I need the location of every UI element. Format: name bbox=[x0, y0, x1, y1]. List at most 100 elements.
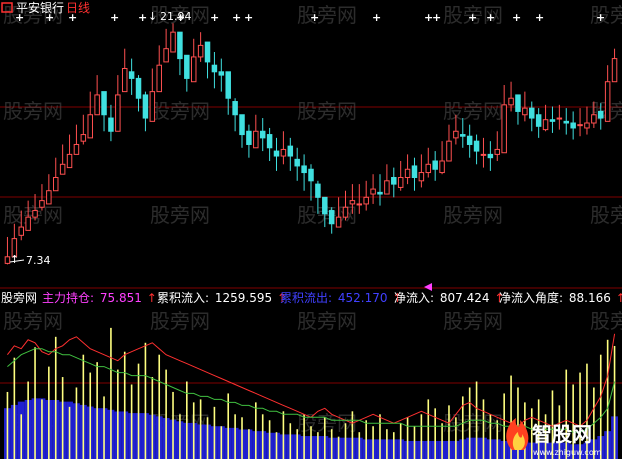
candle-body bbox=[404, 168, 411, 179]
logo-text: 智股网 bbox=[532, 422, 592, 446]
position-bar bbox=[6, 391, 9, 459]
position-bar bbox=[613, 345, 616, 459]
position-bar bbox=[172, 391, 174, 459]
candle-body bbox=[190, 56, 197, 83]
position-bar bbox=[144, 342, 147, 459]
candle-body bbox=[446, 140, 452, 162]
position-bar bbox=[75, 387, 78, 459]
candle-body bbox=[322, 196, 328, 215]
position-bar bbox=[365, 420, 367, 459]
position-bar bbox=[303, 414, 305, 459]
candle-body bbox=[266, 134, 273, 149]
candle-body bbox=[115, 94, 121, 132]
signal-plus-icon: + bbox=[486, 11, 495, 24]
position-bar bbox=[310, 426, 312, 459]
high-price-arrow: ↓ bbox=[148, 10, 157, 23]
position-bar bbox=[599, 354, 602, 459]
candle-body bbox=[377, 191, 383, 195]
candle-body bbox=[156, 64, 162, 93]
candle-body bbox=[549, 119, 556, 122]
net-angle-label: 净流入角度: bbox=[499, 290, 563, 305]
up-arrow: ↑ bbox=[616, 291, 622, 305]
signal-plus-icon: + bbox=[310, 11, 319, 24]
high-price-label: 21.94 bbox=[160, 10, 192, 23]
candle-body bbox=[577, 124, 583, 127]
position-bar bbox=[68, 406, 71, 459]
candle-body bbox=[453, 130, 459, 139]
candle-body bbox=[294, 158, 300, 167]
position-bar bbox=[54, 336, 57, 459]
indicator-main-position: 主力持仓: 75.851 ↑ bbox=[42, 290, 157, 305]
position-bar bbox=[20, 414, 23, 459]
position-bar bbox=[496, 420, 499, 459]
signal-plus-icon: + bbox=[210, 11, 219, 24]
accum-out-label: 累积流出: bbox=[280, 291, 332, 305]
position-bar bbox=[89, 372, 92, 459]
candle-body bbox=[32, 210, 38, 218]
watermark-text: 股旁网 bbox=[297, 309, 357, 333]
candle-body bbox=[18, 226, 24, 236]
position-bar bbox=[103, 396, 105, 459]
chart-background bbox=[0, 0, 622, 459]
position-bar bbox=[137, 363, 140, 459]
position-bar bbox=[606, 339, 609, 459]
position-bar bbox=[351, 411, 354, 459]
position-bar bbox=[358, 432, 361, 459]
candle-body bbox=[418, 172, 425, 182]
candle-body bbox=[128, 71, 135, 79]
candle-body bbox=[515, 94, 521, 112]
main-position-value: 75.851 bbox=[100, 291, 142, 305]
candle-body bbox=[349, 200, 356, 205]
candle-body bbox=[591, 114, 597, 124]
position-bar bbox=[386, 429, 388, 459]
position-bar bbox=[123, 351, 126, 459]
position-bar bbox=[117, 369, 119, 459]
position-bar bbox=[13, 357, 16, 459]
watermark-text: 股旁网 bbox=[590, 203, 622, 227]
position-bar bbox=[220, 426, 223, 459]
candle-body bbox=[101, 91, 107, 116]
signal-plus-icon: + bbox=[244, 11, 253, 24]
candle-body bbox=[308, 168, 314, 182]
position-bar bbox=[27, 381, 29, 459]
indicator-accum-in: 累积流入: 1259.595 ↑ bbox=[157, 291, 287, 305]
candle-body bbox=[287, 145, 294, 157]
candle-body bbox=[108, 117, 114, 132]
accum-out-value: 452.170 bbox=[338, 291, 388, 305]
low-price-label: 7.34 bbox=[26, 254, 51, 267]
watermark-text: 股旁网 bbox=[3, 99, 63, 123]
position-bar bbox=[579, 372, 581, 459]
chart-header: 平安银行 日线 bbox=[1, 0, 90, 15]
position-bar bbox=[158, 354, 161, 459]
position-bar bbox=[34, 347, 36, 459]
candle-body bbox=[598, 110, 604, 119]
candle-body bbox=[66, 153, 73, 169]
position-bar bbox=[213, 406, 216, 459]
candle-body bbox=[246, 130, 252, 145]
position-bar bbox=[392, 432, 395, 459]
candle-body bbox=[87, 114, 93, 139]
position-bar bbox=[199, 399, 202, 459]
position-bar bbox=[151, 377, 154, 459]
net-angle-value: 88.166 bbox=[569, 291, 611, 305]
candle-body bbox=[184, 54, 190, 79]
candle-body bbox=[529, 107, 535, 119]
position-bar bbox=[248, 429, 250, 459]
signal-plus-icon: + bbox=[468, 11, 477, 24]
candle-body bbox=[25, 216, 31, 231]
candle-body bbox=[163, 48, 169, 63]
candle-body bbox=[259, 130, 266, 139]
indicator-net-angle: 净流入角度: 88.166 ↑ bbox=[499, 290, 622, 305]
position-bar bbox=[206, 417, 209, 459]
position-bar bbox=[441, 423, 443, 459]
candle-body bbox=[121, 68, 128, 93]
position-bar bbox=[261, 414, 264, 459]
candle-body bbox=[170, 31, 176, 53]
signal-plus-icon: + bbox=[432, 11, 441, 24]
position-bar bbox=[344, 423, 347, 459]
position-bar bbox=[399, 423, 402, 459]
candle-body bbox=[342, 206, 349, 218]
candle-body bbox=[363, 196, 369, 205]
position-bar bbox=[489, 414, 492, 459]
position-bar bbox=[427, 399, 430, 459]
